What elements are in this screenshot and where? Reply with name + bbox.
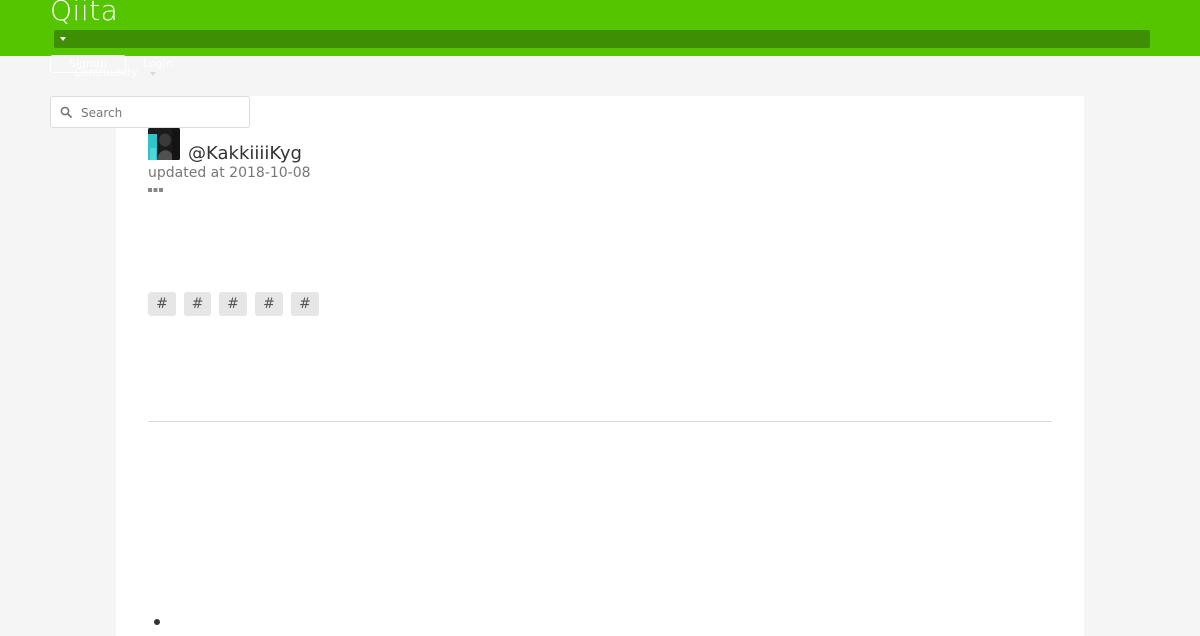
- tag[interactable]: #: [184, 292, 211, 316]
- article-card: @KakkiiiiKyg updated at 2018-10-08 # # #…: [116, 96, 1084, 636]
- tag-list: # # # # #: [148, 292, 319, 316]
- author-username[interactable]: @KakkiiiiKyg: [188, 143, 302, 164]
- list-bullet: [154, 619, 160, 625]
- chevron-down-icon: [150, 72, 156, 76]
- divider: [148, 421, 1052, 422]
- search-input[interactable]: [81, 103, 241, 123]
- search-icon: [60, 106, 72, 118]
- qiita-logo[interactable]: Qiita: [50, 0, 118, 27]
- login-link[interactable]: Login: [143, 57, 173, 70]
- nav-dropdown-bar[interactable]: [54, 30, 1150, 48]
- header: Qiita: [0, 0, 1200, 56]
- tag[interactable]: #: [148, 292, 176, 316]
- more-icon[interactable]: [148, 187, 164, 193]
- avatar-image: [148, 128, 180, 160]
- community-menu[interactable]: Community: [74, 66, 138, 79]
- updated-at: updated at 2018-10-08: [148, 165, 311, 181]
- caret-down-icon: [60, 37, 66, 41]
- avatar[interactable]: [148, 128, 180, 160]
- tag[interactable]: #: [291, 292, 319, 316]
- search-box[interactable]: [50, 96, 250, 128]
- tag[interactable]: #: [219, 292, 247, 316]
- tag[interactable]: #: [255, 292, 283, 316]
